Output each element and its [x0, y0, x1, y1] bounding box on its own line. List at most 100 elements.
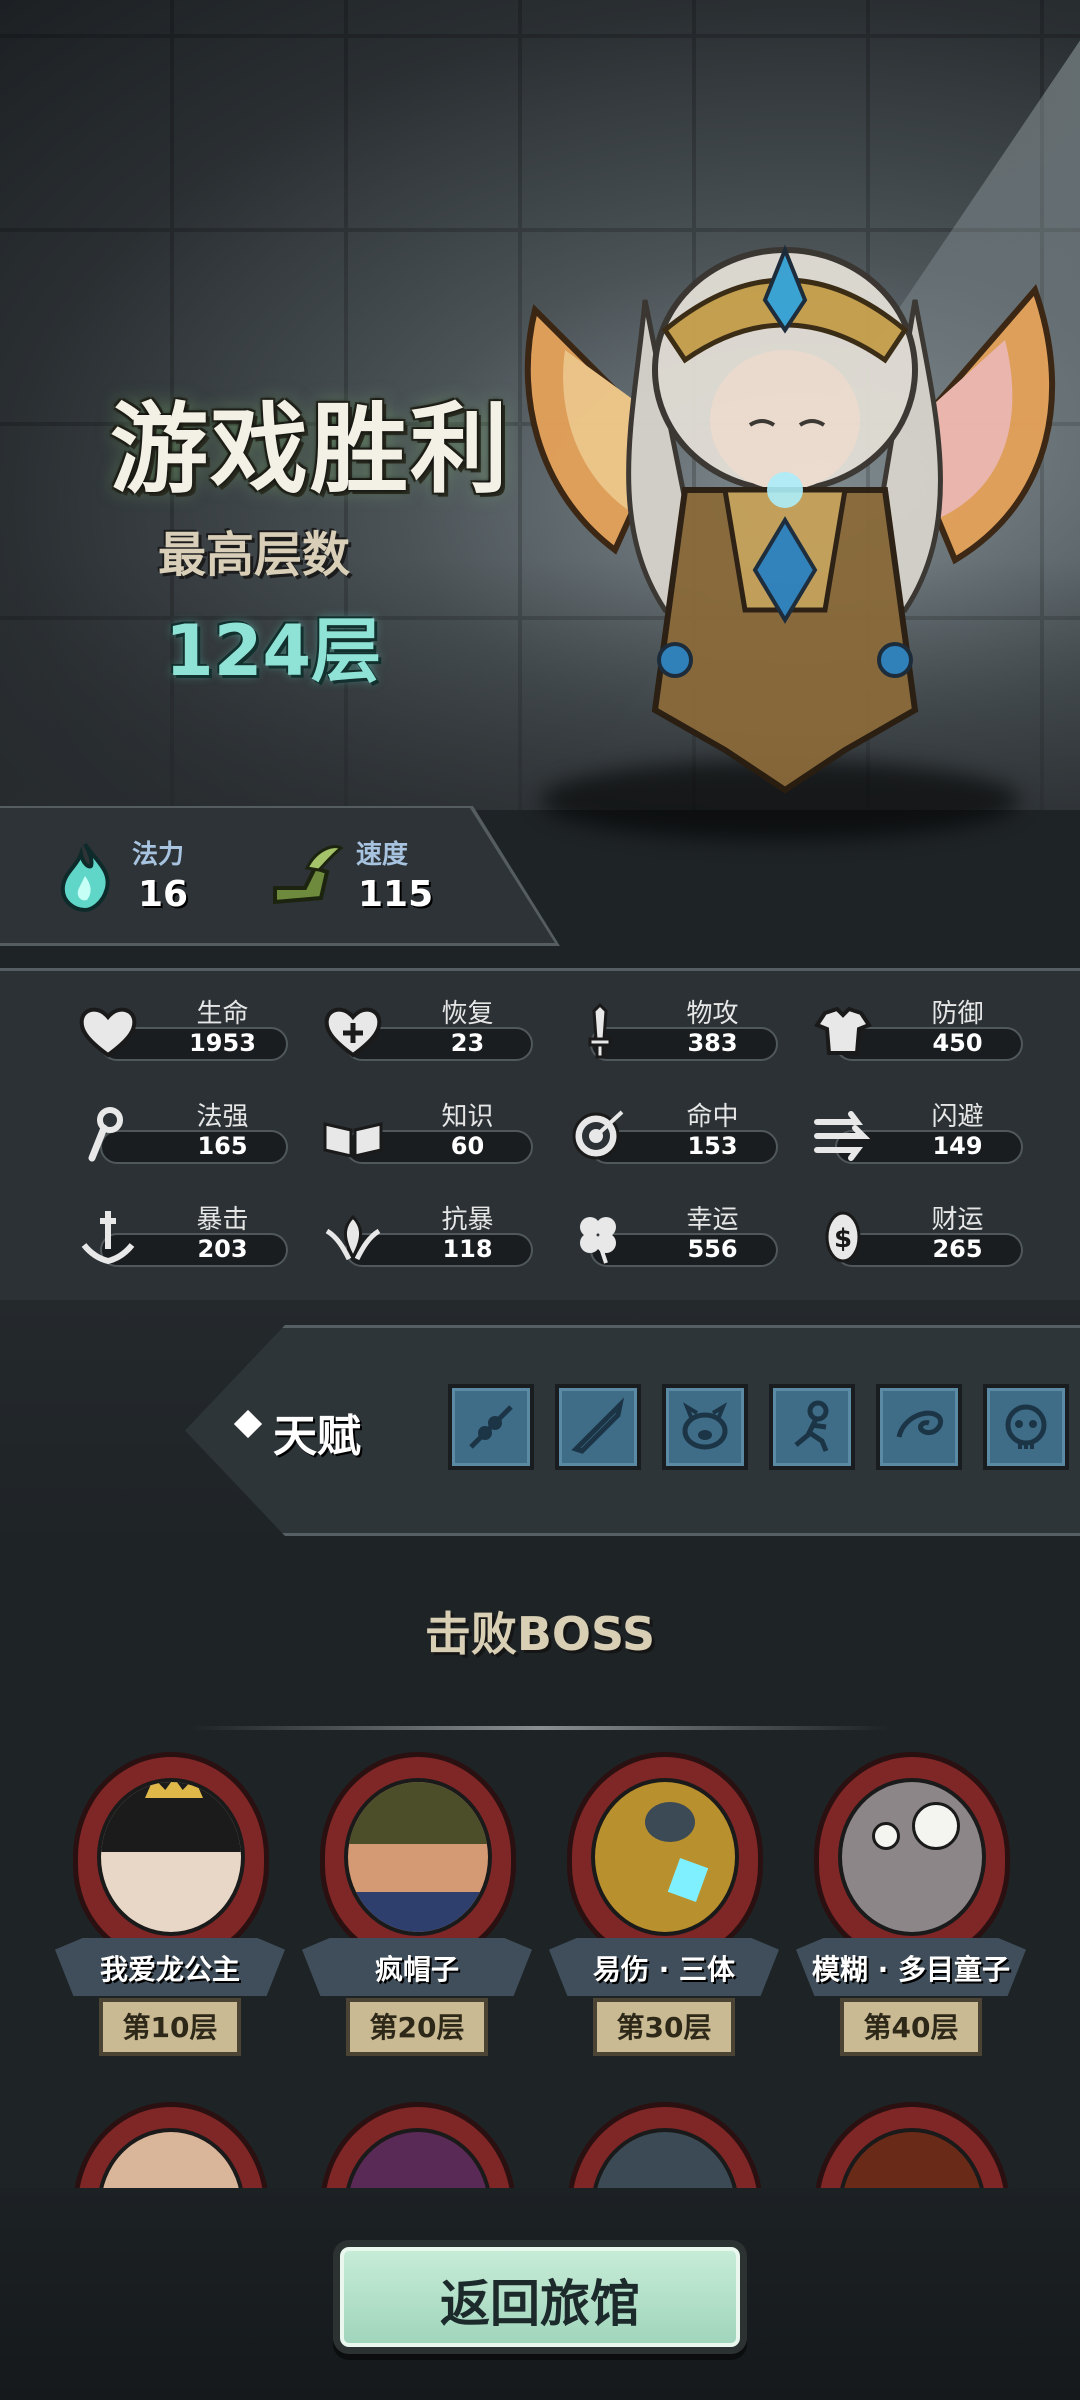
mana-label: 法力	[132, 840, 185, 870]
boss-card[interactable]: 模糊 · 多目童子 第40层	[796, 1752, 1026, 2072]
attr-value: 383	[687, 1029, 738, 1057]
boss-floor: 第40层	[863, 2011, 959, 2044]
attr-label: 闪避	[931, 1102, 984, 1132]
sword-icon	[588, 1003, 612, 1059]
attr-dodge: 闪避 149	[805, 1096, 1025, 1166]
attr-label: 幸运	[686, 1205, 739, 1235]
boss-card-partial[interactable]	[302, 2102, 532, 2192]
talent-slot[interactable]	[662, 1384, 748, 1470]
staff-icon	[88, 1107, 123, 1162]
attr-value: 23	[450, 1029, 485, 1057]
attr-knowledge: 知识 60	[315, 1096, 535, 1166]
attr-crit: 暴击 203	[70, 1199, 290, 1269]
talent-slot[interactable]	[555, 1384, 641, 1470]
attr-label: 命中	[686, 1102, 739, 1132]
attr-defense: 防御 450	[805, 993, 1025, 1063]
svg-text:$: $	[834, 1224, 852, 1254]
attr-label: 法强	[196, 1102, 249, 1132]
boss-card-partial[interactable]	[549, 2102, 779, 2192]
attr-value: 153	[687, 1132, 738, 1160]
eye-icon	[872, 1822, 900, 1850]
crit-blade-icon	[81, 1211, 135, 1265]
coin-icon: $	[825, 1211, 861, 1263]
shield-wings-icon	[325, 1214, 381, 1261]
clover-icon	[580, 1217, 616, 1264]
attr-label: 知识	[441, 1102, 494, 1132]
attr-regen: 恢复 23	[315, 993, 535, 1063]
attr-label: 抗暴	[441, 1205, 494, 1235]
boss-card-partial[interactable]	[796, 2102, 1026, 2192]
talent-slot[interactable]	[983, 1384, 1069, 1470]
blue-flame-icon	[60, 842, 110, 912]
attr-label: 生命	[196, 999, 249, 1029]
boss-name: 疯帽子	[374, 1953, 459, 1986]
divider	[190, 1726, 890, 1730]
heart-plus-icon	[324, 1007, 382, 1058]
attr-label: 防御	[931, 999, 984, 1029]
return-inn-label: 返回旅馆	[440, 2275, 640, 2333]
mana-value: 16	[138, 874, 189, 915]
blade-icon	[571, 1397, 625, 1454]
coat	[348, 1892, 488, 1932]
attributes-panel: 生命 1953 恢复 23 物攻 383 防御 450 法强 165 知识 60…	[0, 968, 1080, 1304]
skull-icon	[1005, 1404, 1047, 1449]
boss-name: 我爱龙公主	[99, 1953, 240, 1986]
crystal-icon	[667, 1857, 709, 1903]
armor-icon	[813, 1006, 873, 1055]
boss-floor: 第10层	[122, 2011, 218, 2044]
boss-floor: 第30层	[616, 2011, 712, 2044]
dodge-arrows-icon	[814, 1111, 871, 1161]
attr-health: 生命 1953	[70, 993, 290, 1063]
bosses-title: 击败BOSS	[424, 1607, 656, 1661]
attr-value: 60	[450, 1132, 485, 1160]
hat	[348, 1782, 488, 1844]
book-icon	[323, 1122, 383, 1158]
talent-slot[interactable]	[769, 1384, 855, 1470]
boss-card[interactable]: 疯帽子 第20层	[302, 1752, 532, 2072]
heart-icon	[79, 1007, 137, 1058]
talent-slot[interactable]	[876, 1384, 962, 1470]
attr-spell-power: 法强 165	[70, 1096, 290, 1166]
attr-value: 165	[197, 1132, 248, 1160]
eye-icon	[912, 1802, 960, 1850]
hero-character	[524, 244, 1056, 794]
attr-label: 暴击	[196, 1205, 249, 1235]
attr-luck: 幸运 556	[560, 1199, 780, 1269]
target-icon	[572, 1110, 624, 1160]
attr-label: 恢复	[441, 999, 494, 1029]
highest-floor-value: 124层	[165, 610, 382, 692]
skewer-icon	[469, 1405, 513, 1449]
robot-head	[645, 1802, 695, 1842]
attr-value: 203	[197, 1235, 248, 1263]
attr-accuracy: 命中 153	[560, 1096, 780, 1166]
result-title: 游戏胜利	[110, 393, 511, 507]
attr-fortune: $ 财运 265	[805, 1199, 1025, 1269]
attr-label: 财运	[931, 1205, 984, 1235]
attr-value: 556	[687, 1235, 738, 1263]
highest-floor-label: 最高层数	[158, 527, 351, 583]
talent-slot[interactable]	[448, 1384, 534, 1470]
speed-value: 115	[358, 874, 434, 915]
boss-portrait	[838, 1778, 986, 1936]
attr-attack: 物攻 383	[560, 993, 780, 1063]
attr-value: 450	[932, 1029, 983, 1057]
boss-card-partial[interactable]	[55, 2102, 285, 2192]
boss-card[interactable]: 我爱龙公主 第10层	[55, 1752, 285, 2072]
attr-crit-resist: 抗暴 118	[315, 1199, 535, 1269]
winged-boot-icon	[273, 845, 344, 905]
attr-value: 1953	[189, 1029, 256, 1057]
boss-name: 易伤 · 三体	[592, 1953, 736, 1986]
running-figure-icon	[794, 1400, 829, 1452]
boss-portrait	[97, 1778, 245, 1936]
boss-portrait	[591, 1778, 739, 1936]
swirl-icon	[896, 1410, 943, 1438]
core-stats-panel: 法力 16 速度 115	[0, 808, 555, 943]
boss-floor: 第20层	[369, 2011, 465, 2044]
attr-value: 149	[932, 1132, 983, 1160]
attr-value: 118	[442, 1235, 493, 1263]
boss-portrait	[344, 1778, 492, 1936]
boss-card[interactable]: 易伤 · 三体 第30层	[549, 1752, 779, 2072]
talent-label: 天赋	[273, 1411, 361, 1462]
speed-label: 速度	[356, 840, 409, 870]
attr-label: 物攻	[686, 999, 739, 1029]
